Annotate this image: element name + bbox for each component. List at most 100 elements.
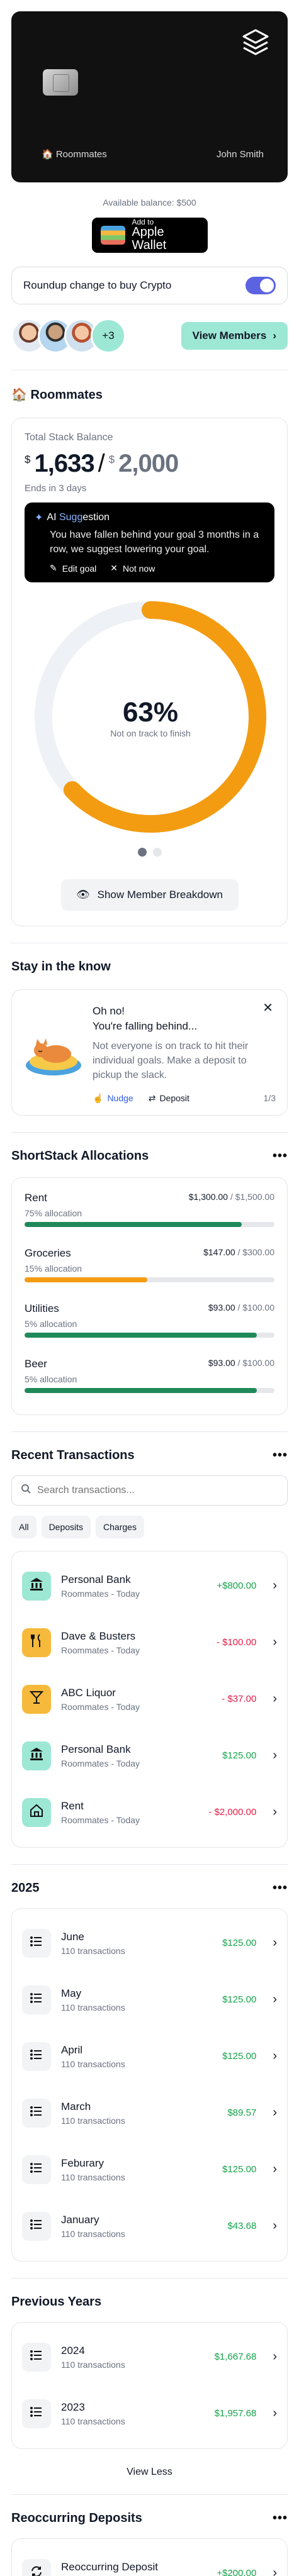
virtual-card[interactable]: 🏠 Roommates John Smith bbox=[11, 11, 288, 182]
list-item[interactable]: January 110 transactions $43.68 › bbox=[22, 2198, 277, 2255]
add-to-apple-wallet-button[interactable]: Add to Apple Wallet bbox=[91, 218, 208, 253]
allocation-item[interactable]: Rent $1,300.00 / $1,500.00 75% allocation bbox=[25, 1192, 274, 1227]
list-icon bbox=[30, 2048, 43, 2065]
list-item[interactable]: Personal Bank Roommates - Today $125.00 › bbox=[22, 1728, 277, 1784]
item-icon bbox=[22, 2399, 51, 2428]
search-input[interactable] bbox=[37, 1484, 276, 1496]
allocations-card: Rent $1,300.00 / $1,500.00 75% allocation G… bbox=[11, 1177, 288, 1415]
item-amount: $125.00 bbox=[222, 1750, 257, 1762]
item-title: 2024 bbox=[61, 2344, 85, 2357]
allocation-value: $93.00 bbox=[208, 1357, 235, 1368]
chevron-right-icon: › bbox=[273, 1692, 277, 1706]
chevron-right-icon: › bbox=[273, 1936, 277, 1950]
list-item[interactable]: May 110 transactions $125.00 › bbox=[22, 1972, 277, 2028]
list-item[interactable]: Rent Roommates - Today - $2,000.00 › bbox=[22, 1784, 277, 1841]
card-holder-name: John Smith bbox=[216, 149, 264, 160]
notification-message: Not everyone is on track to hit their in… bbox=[93, 1040, 249, 1081]
not-now-button[interactable]: ✕ Not now bbox=[110, 563, 155, 574]
item-icon bbox=[22, 1741, 51, 1770]
item-title: March bbox=[61, 2100, 91, 2112]
view-members-button[interactable]: View Members › bbox=[181, 322, 288, 350]
cocktail-icon bbox=[29, 1690, 44, 1708]
repeat-icon bbox=[30, 2565, 43, 2576]
filter-all[interactable]: All bbox=[11, 1515, 37, 1538]
list-item[interactable]: Reoccurring DepositRoommates - Every 2 w… bbox=[22, 2545, 277, 2576]
allocation-progress-bar bbox=[25, 1277, 274, 1282]
item-title: Dave & Busters bbox=[61, 1629, 136, 1642]
allocation-header: Utilities $93.00 / $100.00 bbox=[25, 1302, 274, 1315]
list-item[interactable]: March 110 transactions $89.57 › bbox=[22, 2085, 277, 2141]
allocation-target: / $100.00 bbox=[237, 1357, 274, 1368]
item-icon bbox=[22, 1571, 51, 1601]
item-text: Personal Bank Roommates - Today bbox=[61, 1574, 206, 1599]
member-avatars[interactable]: +3 bbox=[11, 318, 126, 353]
sparkle-icon: ✦ bbox=[35, 513, 43, 523]
not-now-label: Not now bbox=[122, 563, 155, 574]
item-text: Rent Roommates - Today bbox=[61, 1800, 198, 1825]
item-subtitle: 110 transactions bbox=[61, 1945, 125, 1956]
breakdown-label: Show Member Breakdown bbox=[97, 889, 223, 901]
item-title: Reoccurring Deposit bbox=[61, 2560, 159, 2573]
allocation-header: Groceries $147.00 / $300.00 bbox=[25, 1247, 274, 1260]
item-amount: +$800.00 bbox=[217, 1580, 257, 1592]
item-subtitle: 110 transactions bbox=[61, 2228, 125, 2239]
item-amount: $125.00 bbox=[222, 2051, 257, 2062]
allocation-item[interactable]: Utilities $93.00 / $100.00 5% allocation bbox=[25, 1302, 274, 1338]
close-icon[interactable]: ✕ bbox=[262, 1000, 273, 1016]
roundup-setting: Roundup change to buy Crypto bbox=[11, 267, 288, 304]
item-subtitle: 110 transactions bbox=[61, 2172, 125, 2182]
roundup-toggle[interactable] bbox=[245, 277, 276, 294]
list-item[interactable]: April 110 transactions $125.00 › bbox=[22, 2028, 277, 2085]
more-options-icon[interactable]: ••• bbox=[273, 1149, 288, 1163]
list-item[interactable]: Personal Bank Roommates - Today +$800.00 › bbox=[22, 1558, 277, 1614]
item-text: January 110 transactions bbox=[61, 2214, 217, 2239]
allocation-item[interactable]: Beer $93.00 / $100.00 5% allocation bbox=[25, 1358, 274, 1393]
house-icon bbox=[29, 1803, 44, 1821]
divider bbox=[11, 1863, 288, 1865]
filter-deposits[interactable]: Deposits bbox=[41, 1515, 91, 1538]
carousel-dot-active[interactable] bbox=[137, 848, 147, 857]
item-amount: $43.68 bbox=[227, 2221, 257, 2232]
list-item[interactable]: 2023 110 transactions $1,957.68 › bbox=[22, 2385, 277, 2442]
allocation-value: $147.00 bbox=[203, 1246, 235, 1257]
item-text: March 110 transactions bbox=[61, 2101, 217, 2126]
deposit-label: Deposit bbox=[159, 1093, 189, 1104]
item-amount: - $100.00 bbox=[216, 1637, 257, 1648]
allocation-progress-fill bbox=[25, 1277, 147, 1282]
list-item[interactable]: Feburary 110 transactions $125.00 › bbox=[22, 2141, 277, 2198]
hand-pointer-icon: ☝ bbox=[93, 1092, 104, 1103]
item-title: Rent bbox=[61, 1799, 84, 1812]
list-item[interactable]: Dave & Busters Roommates - Today - $100.00… bbox=[22, 1614, 277, 1671]
bank-icon bbox=[29, 1746, 44, 1765]
item-text: ABC Liquor Roommates - Today bbox=[61, 1687, 212, 1712]
available-balance: Available balance: $500 bbox=[103, 197, 196, 208]
transaction-filters: All Deposits Charges bbox=[11, 1515, 288, 1538]
chevron-right-icon: › bbox=[273, 2566, 277, 2576]
allocation-item[interactable]: Groceries $147.00 / $300.00 15% allocation bbox=[25, 1247, 274, 1282]
item-icon bbox=[22, 2558, 51, 2576]
more-options-icon[interactable]: ••• bbox=[273, 2511, 288, 2526]
item-subtitle: Roommates - Today bbox=[61, 1701, 140, 1712]
ai-suggestion-title: AI Suggestion bbox=[47, 512, 110, 523]
more-options-icon[interactable]: ••• bbox=[273, 1448, 288, 1463]
more-options-icon[interactable]: ••• bbox=[273, 1881, 288, 1896]
section-title-recurring: Reoccurring Deposits bbox=[11, 2511, 142, 2525]
item-icon bbox=[22, 1928, 51, 1958]
chevron-right-icon: › bbox=[273, 2350, 277, 2364]
view-less-button[interactable]: View Less bbox=[11, 2467, 288, 2478]
section-title-stay: Stay in the know bbox=[11, 960, 111, 974]
list-item[interactable]: ABC Liquor Roommates - Today - $37.00 › bbox=[22, 1671, 277, 1728]
deposit-button[interactable]: ⇄ Deposit bbox=[149, 1093, 189, 1104]
item-subtitle: Roommates - Today bbox=[61, 1588, 140, 1599]
list-item[interactable]: 2024 110 transactions $1,667.68 › bbox=[22, 2329, 277, 2385]
carousel-dot[interactable] bbox=[152, 848, 162, 857]
show-member-breakdown-button[interactable]: 👁 Show Member Breakdown bbox=[60, 879, 239, 911]
item-subtitle: Roommates - Today bbox=[61, 1645, 140, 1655]
item-text: 2024 110 transactions bbox=[61, 2345, 205, 2370]
chevron-right-icon: › bbox=[273, 2162, 277, 2177]
list-item[interactable]: June 110 transactions $125.00 › bbox=[22, 1915, 277, 1972]
allocation-amount: $147.00 / $300.00 bbox=[203, 1247, 274, 1260]
nudge-button[interactable]: ☝ Nudge bbox=[93, 1093, 133, 1104]
filter-charges[interactable]: Charges bbox=[96, 1515, 144, 1538]
edit-goal-button[interactable]: ✎ Edit goal bbox=[50, 563, 96, 574]
